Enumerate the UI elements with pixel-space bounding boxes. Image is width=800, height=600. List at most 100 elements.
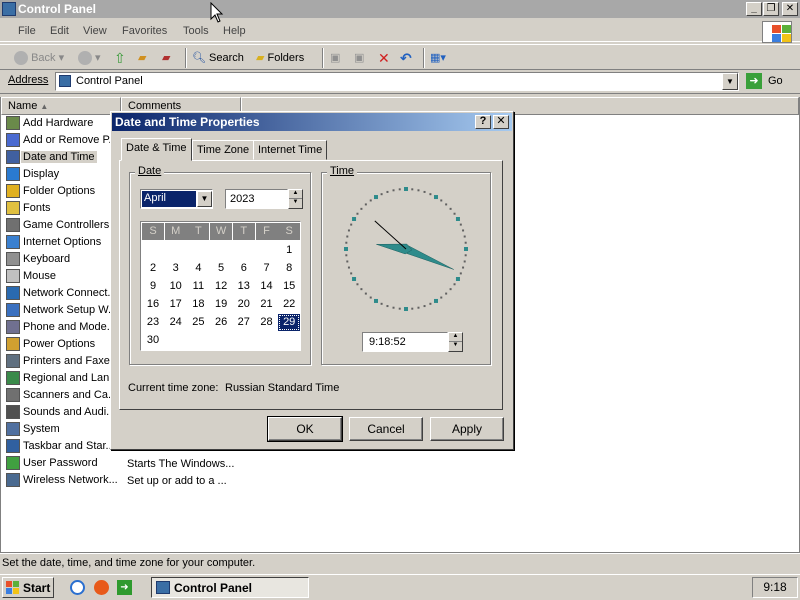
- undo-icon[interactable]: ↶: [400, 50, 412, 68]
- time-spin-up-icon[interactable]: ▲: [449, 333, 462, 342]
- list-item[interactable]: Keyboard: [4, 251, 122, 268]
- calendar-day[interactable]: 30: [142, 332, 164, 349]
- list-item[interactable]: Add Hardware: [4, 115, 122, 132]
- time-spin-down-icon[interactable]: ▼: [449, 342, 462, 351]
- help-button[interactable]: ?: [475, 115, 491, 129]
- list-item[interactable]: Network Setup W...: [4, 302, 122, 319]
- tab-date-time[interactable]: Date & Time: [121, 138, 192, 161]
- calendar-day[interactable]: 27: [233, 314, 255, 331]
- apply-button[interactable]: Apply: [430, 417, 504, 441]
- search-button[interactable]: 🔍︎ Search: [192, 50, 244, 68]
- minimize-button[interactable]: _: [746, 2, 762, 16]
- month-select[interactable]: April ▼: [140, 189, 213, 209]
- close-button[interactable]: ✕: [782, 2, 798, 16]
- dialog-close-button[interactable]: ✕: [493, 115, 509, 129]
- calendar-day[interactable]: 10: [165, 278, 187, 295]
- list-item[interactable]: Network Connect...: [4, 285, 122, 302]
- calendar-day[interactable]: 4: [187, 260, 209, 277]
- calendar-day[interactable]: 14: [256, 278, 278, 295]
- calendar-day[interactable]: 18: [187, 296, 209, 313]
- column-header-name[interactable]: Name ▲: [1, 97, 121, 115]
- forward-button[interactable]: ▾: [78, 50, 101, 68]
- calendar-day[interactable]: 5: [210, 260, 232, 277]
- calendar-day[interactable]: 6: [233, 260, 255, 277]
- copy-to-icon[interactable]: ▣: [354, 50, 364, 68]
- views-icon[interactable]: ▦▾: [430, 50, 446, 68]
- cancel-button[interactable]: Cancel: [349, 417, 423, 441]
- calendar-day[interactable]: 9: [142, 278, 164, 295]
- menu-view[interactable]: View: [83, 25, 107, 37]
- list-item[interactable]: Folder Options: [4, 183, 122, 200]
- calendar-day[interactable]: 26: [210, 314, 232, 331]
- window-title-bar[interactable]: Control Panel _ ❐ ✕: [0, 0, 800, 18]
- menu-favorites[interactable]: Favorites: [122, 25, 167, 37]
- list-item[interactable]: Sounds and Audi...: [4, 404, 122, 421]
- calendar-day[interactable]: 19: [210, 296, 232, 313]
- delete-icon[interactable]: ✕: [378, 50, 390, 68]
- spin-down-icon[interactable]: ▼: [289, 199, 302, 208]
- list-item[interactable]: Game Controllers: [4, 217, 122, 234]
- list-item[interactable]: Date and Time: [4, 149, 122, 166]
- calendar-day[interactable]: 24: [165, 314, 187, 331]
- calendar-day[interactable]: 8: [278, 260, 300, 277]
- list-item[interactable]: Printers and Faxes: [4, 353, 122, 370]
- tab-time-zone[interactable]: Time Zone: [192, 140, 255, 160]
- calendar-day[interactable]: 2: [142, 260, 164, 277]
- calendar-day[interactable]: 22: [278, 296, 300, 313]
- move-to-icon[interactable]: ▣: [330, 50, 340, 68]
- calendar-day[interactable]: 12: [210, 278, 232, 295]
- go-button[interactable]: ➜ Go: [744, 72, 794, 91]
- show-desktop-icon[interactable]: ➜: [117, 580, 132, 595]
- calendar-day[interactable]: 28: [256, 314, 278, 331]
- media-player-icon[interactable]: [94, 580, 109, 595]
- calendar-day[interactable]: 11: [187, 278, 209, 295]
- tab-internet-time[interactable]: Internet Time: [253, 140, 328, 160]
- list-item[interactable]: Mouse: [4, 268, 122, 285]
- calendar-grid[interactable]: S M T W T F S 1 2 3 4 5 6 7 8 9 10 11 12 13 14 15 16 17 18 19 20 21…: [140, 221, 301, 351]
- calendar-day[interactable]: 25: [187, 314, 209, 331]
- year-input[interactable]: 2023: [225, 189, 288, 209]
- calendar-day[interactable]: 20: [233, 296, 255, 313]
- calendar-day[interactable]: 23: [142, 314, 164, 331]
- list-item[interactable]: Power Options: [4, 336, 122, 353]
- list-item[interactable]: Scanners and Ca...: [4, 387, 122, 404]
- list-item[interactable]: Add or Remove P...: [4, 132, 122, 149]
- calendar-day[interactable]: 21: [256, 296, 278, 313]
- list-item[interactable]: Regional and Lan...: [4, 370, 122, 387]
- restore-button[interactable]: ❐: [763, 2, 779, 16]
- ok-button[interactable]: OK: [267, 416, 343, 442]
- calendar-day[interactable]: 1: [278, 242, 300, 259]
- internet-explorer-icon[interactable]: [70, 580, 85, 595]
- calendar-day[interactable]: 16: [142, 296, 164, 313]
- menu-file[interactable]: File: [18, 25, 36, 37]
- calendar-day[interactable]: 29: [278, 314, 301, 331]
- list-item[interactable]: System: [4, 421, 122, 438]
- list-item[interactable]: Fonts: [4, 200, 122, 217]
- taskbar-control-panel-button[interactable]: Control Panel: [151, 577, 309, 598]
- year-spinner[interactable]: ▲ ▼: [288, 189, 303, 209]
- back-button[interactable]: Back ▾: [14, 50, 64, 68]
- calendar-day[interactable]: 3: [165, 260, 187, 277]
- list-item[interactable]: User Password: [4, 455, 122, 472]
- calendar-day[interactable]: 13: [233, 278, 255, 295]
- list-item[interactable]: Wireless Network...: [4, 472, 122, 489]
- folders-button[interactable]: ▰ Folders: [256, 50, 304, 68]
- list-item[interactable]: Display: [4, 166, 122, 183]
- address-dropdown-button[interactable]: ▼: [722, 73, 738, 90]
- time-spinner[interactable]: ▲ ▼: [448, 332, 463, 352]
- up-folder-icon[interactable]: ⇧: [114, 50, 126, 68]
- list-item[interactable]: Taskbar and Star...: [4, 438, 122, 455]
- time-input[interactable]: 9:18:52: [362, 332, 448, 352]
- dialog-title-bar[interactable]: Date and Time Properties: [112, 113, 512, 131]
- list-item[interactable]: Phone and Mode...: [4, 319, 122, 336]
- menu-help[interactable]: Help: [223, 25, 246, 37]
- calendar-day[interactable]: 17: [165, 296, 187, 313]
- calendar-day[interactable]: 15: [278, 278, 300, 295]
- list-item[interactable]: Internet Options: [4, 234, 122, 251]
- menu-tools[interactable]: Tools: [183, 25, 209, 37]
- spin-up-icon[interactable]: ▲: [289, 190, 302, 199]
- folder-delete-icon[interactable]: ▰: [162, 50, 170, 68]
- calendar-day[interactable]: 7: [256, 260, 278, 277]
- address-input[interactable]: Control Panel: [55, 72, 739, 91]
- month-dropdown-icon[interactable]: ▼: [197, 191, 212, 207]
